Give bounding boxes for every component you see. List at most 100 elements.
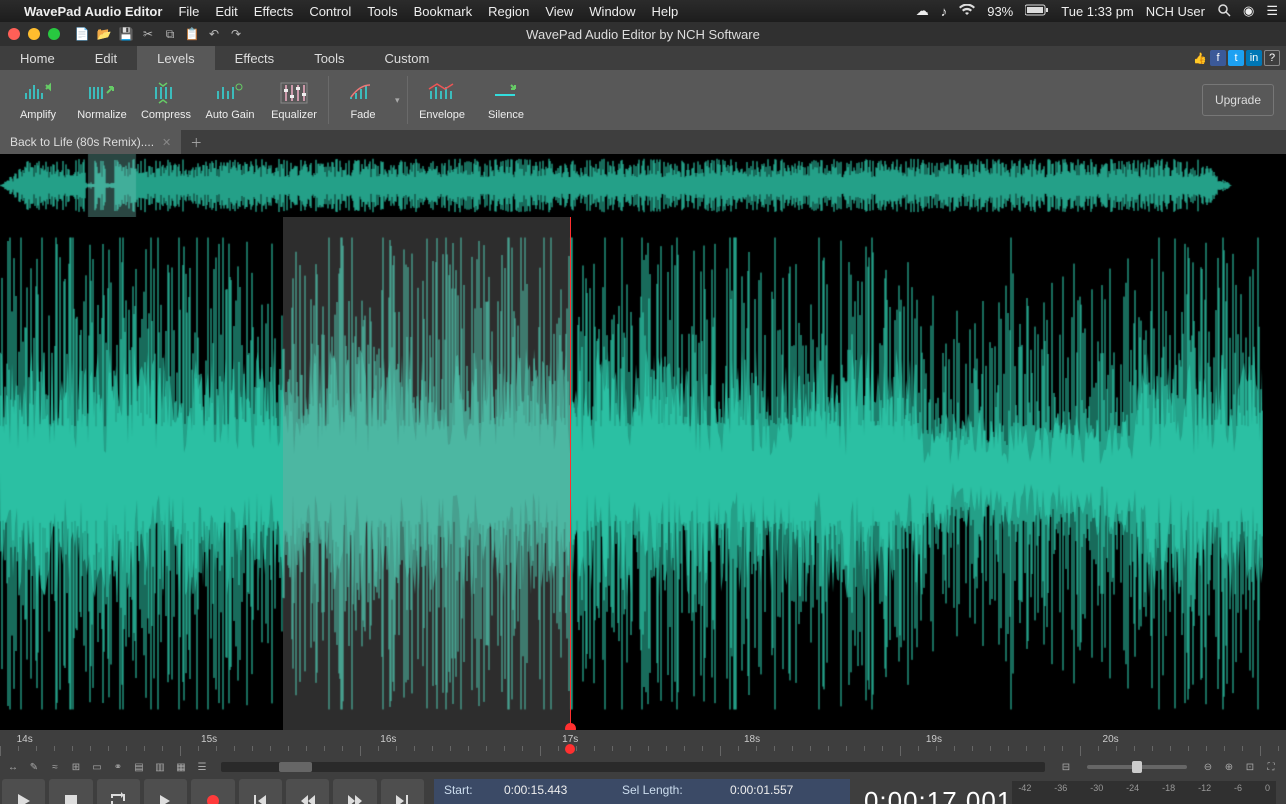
twitter-icon[interactable]: t [1228, 50, 1244, 66]
main-waveform[interactable] [0, 217, 1286, 730]
save-icon[interactable]: 💾 [118, 26, 134, 42]
upgrade-button[interactable]: Upgrade [1202, 84, 1274, 116]
open-file-icon[interactable]: 📂 [96, 26, 112, 42]
menu-file[interactable]: File [178, 4, 199, 19]
menu-tools[interactable]: Tools [367, 4, 397, 19]
forward-button[interactable] [333, 779, 376, 804]
overview-waveform[interactable] [0, 154, 1286, 217]
menu-edit[interactable]: Edit [215, 4, 237, 19]
selection-info-box: Start: 0:00:15.443 Sel Length: 0:00:01.5… [434, 779, 850, 804]
stop-button[interactable] [49, 779, 92, 804]
clock[interactable]: Tue 1:33 pm [1061, 4, 1134, 19]
compress-button[interactable]: Compress [134, 72, 198, 128]
battery-percent: 93% [987, 4, 1013, 19]
battery-icon[interactable] [1025, 4, 1049, 19]
file-tab[interactable]: Back to Life (80s Remix).... ✕ [0, 130, 181, 154]
silence-icon [489, 79, 523, 107]
zoom-button[interactable] [48, 28, 60, 40]
ribbon-toolbar: Amplify Normalize Compress Auto Gain Equ… [0, 70, 1286, 130]
thumbsup-icon[interactable]: 👍 [1192, 50, 1208, 66]
ruler-cursor[interactable] [565, 744, 575, 754]
playhead[interactable] [570, 217, 571, 730]
tool-d-icon[interactable]: ☰ [193, 760, 211, 774]
close-tab-icon[interactable]: ✕ [162, 136, 171, 149]
wifi-icon[interactable] [959, 4, 975, 19]
tab-effects[interactable]: Effects [215, 46, 295, 70]
tool-region-icon[interactable]: ▭ [88, 760, 106, 774]
normalize-button[interactable]: Normalize [70, 72, 134, 128]
close-button[interactable] [8, 28, 20, 40]
normalize-icon [85, 79, 119, 107]
cloud-icon[interactable]: ☁︎ [916, 3, 929, 19]
record-button[interactable] [191, 779, 234, 804]
metronome-icon[interactable]: ♪ [941, 4, 948, 19]
app-menu-title[interactable]: WavePad Audio Editor [24, 4, 162, 19]
zoom-slider[interactable] [1087, 765, 1187, 769]
menu-region[interactable]: Region [488, 4, 529, 19]
redo-icon[interactable]: ↷ [228, 26, 244, 42]
play-button[interactable] [2, 779, 45, 804]
loop-button[interactable] [97, 779, 140, 804]
tool-c-icon[interactable]: ▦ [172, 760, 190, 774]
control-center-icon[interactable]: ☰ [1266, 3, 1278, 19]
zoom-in-icon[interactable]: ⊕ [1220, 760, 1238, 774]
tool-a-icon[interactable]: ▤ [130, 760, 148, 774]
tab-tools[interactable]: Tools [294, 46, 364, 70]
menu-window[interactable]: Window [589, 4, 635, 19]
zoom-fit-icon[interactable]: ⛶ [1262, 760, 1280, 774]
zoom-out-icon[interactable]: ⊖ [1199, 760, 1217, 774]
help-icon[interactable]: ? [1264, 50, 1280, 66]
file-tab-bar: Back to Life (80s Remix).... ✕ ＋ [0, 130, 1286, 154]
linkedin-icon[interactable]: in [1246, 50, 1262, 66]
envelope-button[interactable]: Envelope [410, 72, 474, 128]
equalizer-button[interactable]: Equalizer [262, 72, 326, 128]
horizontal-scrollbar[interactable] [221, 762, 1045, 772]
fade-dropdown[interactable]: ▾ [395, 95, 405, 106]
menu-view[interactable]: View [545, 4, 573, 19]
tab-home[interactable]: Home [0, 46, 75, 70]
silence-button[interactable]: Silence [474, 72, 538, 128]
username[interactable]: NCH User [1146, 4, 1205, 19]
tab-levels[interactable]: Levels [137, 46, 215, 70]
minimize-button[interactable] [28, 28, 40, 40]
tool-snap-icon[interactable]: ⊞ [67, 760, 85, 774]
skip-start-button[interactable] [239, 779, 282, 804]
skip-end-button[interactable] [381, 779, 424, 804]
selection-region[interactable] [283, 217, 570, 730]
play-selection-button[interactable] [144, 779, 187, 804]
copy-icon[interactable]: ⧉ [162, 26, 178, 42]
autogain-button[interactable]: Auto Gain [198, 72, 262, 128]
transport-bar: Start: 0:00:15.443 Sel Length: 0:00:01.5… [0, 776, 1286, 804]
spotlight-icon[interactable] [1217, 3, 1231, 20]
menu-effects[interactable]: Effects [254, 4, 294, 19]
cut-icon[interactable]: ✂︎ [140, 26, 156, 42]
siri-icon[interactable]: ◉ [1243, 3, 1254, 19]
menu-help[interactable]: Help [652, 4, 679, 19]
rewind-button[interactable] [286, 779, 329, 804]
amplify-icon [21, 79, 55, 107]
tool-b-icon[interactable]: ▥ [151, 760, 169, 774]
tool-pencil-icon[interactable]: ✎ [25, 760, 43, 774]
amplify-button[interactable]: Amplify [6, 72, 70, 128]
zoom-slider-thumb[interactable] [1132, 761, 1142, 773]
undo-icon[interactable]: ↶ [206, 26, 222, 42]
paste-icon[interactable]: 📋 [184, 26, 200, 42]
new-file-icon[interactable]: 📄 [74, 26, 90, 42]
sellen-label: Sel Length: [622, 783, 722, 797]
zoom-sel-icon[interactable]: ⊡ [1241, 760, 1259, 774]
scroll-thumb[interactable] [279, 762, 312, 772]
tool-link-icon[interactable]: ⚭ [109, 760, 127, 774]
tool-scrub-icon[interactable]: ≈ [46, 760, 64, 774]
file-tab-name: Back to Life (80s Remix).... [10, 135, 154, 149]
time-ruler[interactable]: 14s15s16s17s18s19s20s [0, 730, 1286, 758]
add-tab-button[interactable]: ＋ [181, 130, 211, 154]
facebook-icon[interactable]: f [1210, 50, 1226, 66]
tab-custom[interactable]: Custom [365, 46, 450, 70]
ribbon-tabs: Home Edit Levels Effects Tools Custom 👍 … [0, 46, 1286, 70]
tab-edit[interactable]: Edit [75, 46, 137, 70]
menu-bookmark[interactable]: Bookmark [414, 4, 473, 19]
tool-cursor-icon[interactable]: ↔ [4, 760, 22, 774]
zoom-out-full-icon[interactable]: ⊟ [1057, 760, 1075, 774]
menu-control[interactable]: Control [309, 4, 351, 19]
fade-button[interactable]: Fade [331, 72, 395, 128]
